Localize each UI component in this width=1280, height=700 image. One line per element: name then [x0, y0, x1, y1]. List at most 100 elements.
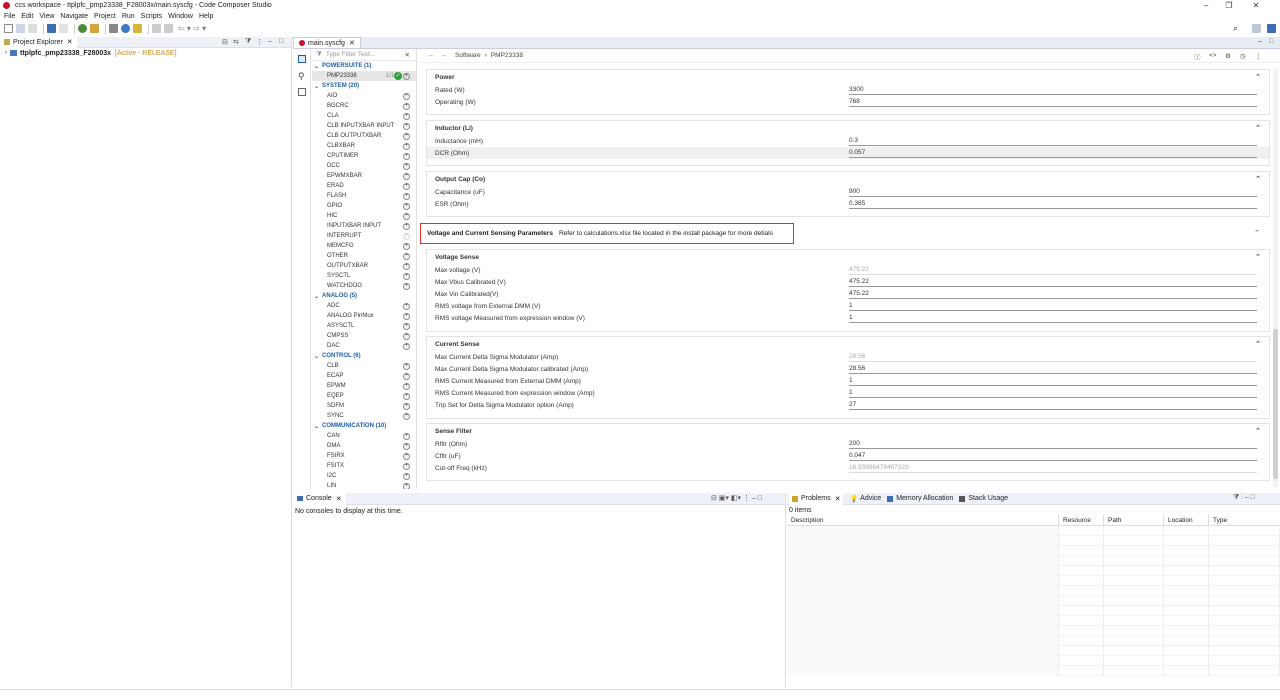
menu-file[interactable]: File	[4, 13, 15, 20]
minimize-view-icon[interactable]: –	[268, 38, 272, 45]
config-scrollbar-thumb[interactable]	[1273, 329, 1278, 479]
module-item[interactable]: CLBXBAR +	[312, 141, 416, 151]
flash-icon[interactable]	[90, 24, 99, 33]
close-window-icon[interactable]: ✕	[1244, 0, 1268, 11]
project-explorer-tab[interactable]: Project Explorer ✕	[0, 36, 77, 48]
search-icon[interactable]: ⌕	[1233, 23, 1238, 34]
project-tree-item[interactable]: › ttplpfc_pmp23338_F28003x [Active - REL…	[0, 48, 291, 58]
section-header[interactable]: Inductor (Li) ⌃	[427, 121, 1269, 135]
add-module-icon[interactable]: +	[403, 432, 410, 440]
add-module-icon[interactable]: +	[403, 102, 410, 110]
pin-icon[interactable]	[164, 24, 173, 33]
console-toolbar-icons[interactable]: ⊟ ▣▾ ◧▾ ⋮ – □	[711, 494, 762, 502]
module-item[interactable]: FSITX +	[312, 461, 416, 471]
col-description[interactable]: Description	[787, 515, 1059, 526]
more-icon[interactable]: ⋮	[1255, 52, 1262, 60]
add-module-icon[interactable]: +	[403, 332, 410, 340]
collapse-chevron-icon[interactable]: ⌃	[1255, 253, 1261, 261]
close-icon[interactable]: ✕	[835, 495, 841, 503]
close-icon[interactable]: ✕	[67, 38, 73, 46]
problems-toolbar-icons[interactable]: ⧩ ⋮ – □	[1233, 494, 1255, 502]
menu-edit[interactable]: Edit	[21, 13, 33, 20]
col-location[interactable]: Location	[1164, 515, 1209, 526]
col-type[interactable]: Type	[1209, 515, 1280, 526]
menu-window[interactable]: Window	[168, 13, 193, 20]
add-module-icon[interactable]: +	[403, 272, 410, 280]
capacitance-input[interactable]: 900	[849, 187, 1257, 197]
module-item[interactable]: CLB OUTPUTXBAR +	[312, 131, 416, 141]
max-current-calibrated-input[interactable]: 28.56	[849, 364, 1257, 374]
module-item[interactable]: PMP23338 1/1 ✓ +	[312, 71, 416, 81]
section-header[interactable]: Power ⌃	[427, 70, 1269, 84]
rms-current-dmm-input[interactable]: 1	[849, 376, 1257, 386]
module-item[interactable]: FSIRX +	[312, 451, 416, 461]
collapse-chevron-icon[interactable]: ⌃	[1255, 124, 1261, 132]
settings-icon[interactable]: ⚙	[1225, 52, 1231, 60]
module-item[interactable]: AIO +	[312, 91, 416, 101]
trip-set-input[interactable]: 27	[849, 400, 1257, 410]
view-menu-icon[interactable]: ⋮	[256, 38, 263, 46]
rfltr-input[interactable]: 200	[849, 439, 1257, 449]
expand-arrow-icon[interactable]: ›	[5, 50, 7, 56]
add-module-icon[interactable]: +	[403, 322, 410, 330]
module-item[interactable]: INPUTXBAR INPUT +	[312, 221, 416, 231]
inductance-input[interactable]: 0.3	[849, 136, 1257, 146]
debug-icon[interactable]	[78, 24, 87, 33]
module-item[interactable]: CAN +	[312, 431, 416, 441]
add-module-icon[interactable]: +	[403, 182, 410, 190]
collapse-chevron-icon[interactable]: ⌃	[1254, 229, 1260, 237]
module-item[interactable]: EPWM +	[312, 381, 416, 391]
expand-chevron-icon[interactable]: ⌄	[314, 63, 319, 70]
category-header[interactable]: ⌄ CONTROL (6)	[312, 351, 416, 361]
module-item[interactable]: GPIO +	[312, 201, 416, 211]
menu-view[interactable]: View	[39, 13, 54, 20]
add-module-icon[interactable]: +	[403, 482, 410, 489]
esr-input[interactable]: 0.365	[849, 199, 1257, 209]
vcsp-section-header[interactable]: Voltage and Current Sensing Parameters R…	[420, 223, 794, 244]
maximize-view-icon[interactable]: □	[279, 38, 283, 45]
add-module-icon[interactable]: +	[403, 252, 410, 260]
clear-filter-icon[interactable]: ✕	[405, 51, 410, 59]
module-item[interactable]: INTERRUPT +	[312, 231, 416, 241]
tab-advice[interactable]: 💡 Advice	[849, 495, 881, 503]
console-tab[interactable]: Console ✕	[293, 492, 346, 505]
back-icon[interactable]: ⇦ ▾ ⇨ ▾	[178, 24, 206, 33]
add-module-icon[interactable]: +	[403, 312, 410, 320]
add-module-icon[interactable]: +	[403, 382, 410, 390]
module-item[interactable]: MEMCFG +	[312, 241, 416, 251]
add-module-icon[interactable]: +	[403, 222, 410, 230]
new-icon[interactable]	[4, 24, 13, 33]
type-filter-input[interactable]: ⧩ Type Filter Text... ✕	[312, 49, 416, 61]
add-module-icon[interactable]: +	[403, 152, 410, 160]
menu-run[interactable]: Run	[122, 13, 135, 20]
module-item[interactable]: ASYSCTL +	[312, 321, 416, 331]
module-item[interactable]: BGCRC +	[312, 101, 416, 111]
editor-tab-main-syscfg[interactable]: main.syscfg ✕	[293, 37, 361, 48]
col-path[interactable]: Path	[1104, 515, 1164, 526]
module-item[interactable]: CMPSS +	[312, 331, 416, 341]
module-item[interactable]: SYNC +	[312, 411, 416, 421]
save-all-icon[interactable]	[28, 24, 37, 33]
add-module-icon[interactable]: +	[403, 142, 410, 150]
section-header[interactable]: Current Sense ⌃	[427, 337, 1269, 351]
rated-w-input[interactable]: 3300	[849, 85, 1257, 95]
module-item[interactable]: WATCHDOG +	[312, 281, 416, 291]
expand-chevron-icon[interactable]: ⌄	[314, 423, 319, 430]
maximize-editor-icon[interactable]: □	[1269, 38, 1273, 45]
add-module-icon[interactable]: +	[403, 402, 410, 410]
close-icon[interactable]: ✕	[349, 39, 355, 47]
generated-files-icon[interactable]	[298, 88, 306, 96]
operating-w-input[interactable]: 768	[849, 97, 1257, 107]
add-module-icon[interactable]: +	[403, 302, 410, 310]
module-item[interactable]: LIN +	[312, 481, 416, 489]
rms-voltage-expr-input[interactable]: 1	[849, 313, 1257, 323]
add-module-icon[interactable]: +	[403, 242, 410, 250]
menu-help[interactable]: Help	[199, 13, 213, 20]
save-icon[interactable]	[16, 24, 25, 33]
add-module-icon[interactable]: +	[403, 112, 410, 120]
add-module-icon[interactable]: +	[403, 162, 410, 170]
section-header[interactable]: Output Cap (Co) ⌃	[427, 172, 1269, 186]
category-header[interactable]: ⌄ COMMUNICATION (10)	[312, 421, 416, 431]
add-module-icon[interactable]: +	[403, 282, 410, 290]
pinmux-view-icon[interactable]: ⚲	[298, 71, 305, 82]
